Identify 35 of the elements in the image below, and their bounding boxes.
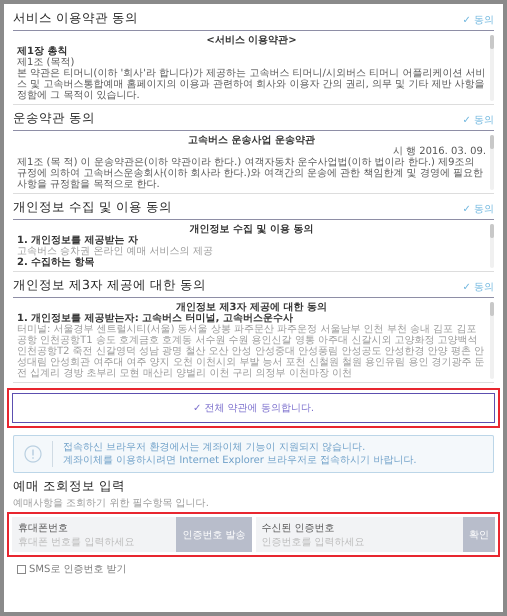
terms-text: 제1조 (목적) <box>17 57 76 68</box>
terms-text: 고속버스 승차권 온라인 예매 서비스의 제공 <box>17 246 214 257</box>
terms-text: 시 행 2016. 03. 09. <box>392 146 486 157</box>
section-title: 예매 조회정보 입력 <box>13 478 126 495</box>
terms-text: <서비스 이용약관> <box>205 35 298 46</box>
checkbox[interactable] <box>17 564 26 574</box>
terms-text: 개인정보 수집 및 이용 동의 <box>188 224 314 235</box>
terms-text: 고속버스 운송사업 운송약관 <box>187 135 316 146</box>
terms-text: 1. 개인정보를 제공받는 자 <box>17 235 140 246</box>
terms-text: 제1조 (목 적) 이 운송약관은(이하 약관이라 한다.) 여객자동차 운수사업법(이하 법이라 한다.) 제9조의 규정에 의하여 고속버스운송회사(이하 회사라 한다.)와 여객간의 운송에 관한 책임한계 및 경영에 필요한 사항을 규정함을 목적으로 한다. <box>17 157 484 190</box>
scrollbar[interactable] <box>490 224 494 268</box>
input-field[interactable]: 수신된 인증번호 인증번호를 입력하세요 확인 <box>256 517 495 552</box>
terms-text: 2. 수집하는 항목 <box>17 257 96 268</box>
field-button[interactable]: 인증번호 발송 <box>176 517 252 552</box>
terms-text: 본 약관은 티머니(이하 '회사'라 합니다)가 제공하는 고속버스 티머니/시외버스 티머니 어플리케이션 서비스 및 고속버스통합예매 홈페이지의 이용과 관련하여 회사와 이용자 간의 권리, 의무 및 기타 제반 사항을 정함에 그 목적이 있습니다. <box>17 68 486 101</box>
agree-button[interactable]: ✓ 동의 <box>462 280 494 294</box>
terms-text: 1. 개인정보를 제공받는자: 고속버스 터미널, 고속버스운수사 <box>17 313 294 324</box>
section-subtitle: 예매사항을 조회하기 위한 필수항목 입니다. <box>13 497 210 510</box>
agree-button[interactable]: ✓ 동의 <box>462 113 494 127</box>
agree-button[interactable]: ✓ 동의 <box>462 202 494 216</box>
section-title: 개인정보 제3자 제공에 대한 동의 <box>13 277 206 294</box>
section-title: 개인정보 수집 및 이용 동의 <box>13 199 172 216</box>
agree-button[interactable]: ✓ 동의 <box>462 13 494 27</box>
agree-all-button[interactable]: ✓ 전체 약관에 동의합니다. <box>12 393 495 423</box>
field-button[interactable]: 확인 <box>463 517 495 552</box>
terms-text: 개인정보 제3자 제공에 대한 동의 <box>175 302 328 313</box>
section-title: 서비스 이용약관 동의 <box>13 10 138 27</box>
terms-text: 터미널: 서울경부 센트럴시티(서울) 동서울 상봉 파주문산 파주운정 서울남부 인천 부천 송내 김포 김포공항 인천공항T1 송도 호계금호 호계동 서수원 수원 용인신갈 영통 아주대 신갈시외 고양화정 고양백석 인천공항T2 죽전 신갈영덕 성남 광명 철산 오산 안성 안성중대 안성풍림 안성공도 안성한경 안양 평촌 안성대림 안성회관 여주대 여주 양지 오천 이천시외 부발 능서 포천 신철원 철원 용인유림 용인 경기광주 둔전 십계리 경방 초부리 모현 매산리 양벌리 이천 구리 의정부 이천마장 이천 <box>17 324 486 379</box>
section-title: 운송약관 동의 <box>13 110 95 127</box>
info-icon <box>24 445 42 463</box>
checkbox-label: SMS로 인증번호 받기 <box>29 563 127 576</box>
terms-text: 제1장 총칙 <box>17 46 68 57</box>
input-field[interactable]: 휴대폰번호 휴대폰 번호를 입력하세요 인증번호 발송 <box>12 517 252 552</box>
notice-text: 접속하신 브라우저 환경에서는 계좌이체 기능이 지원되지 않습니다. <box>63 441 366 454</box>
notice-text: 계좌이체를 이용하시려면 Internet Explorer 브라우저로 접속하시기 바랍니다. <box>63 454 417 467</box>
